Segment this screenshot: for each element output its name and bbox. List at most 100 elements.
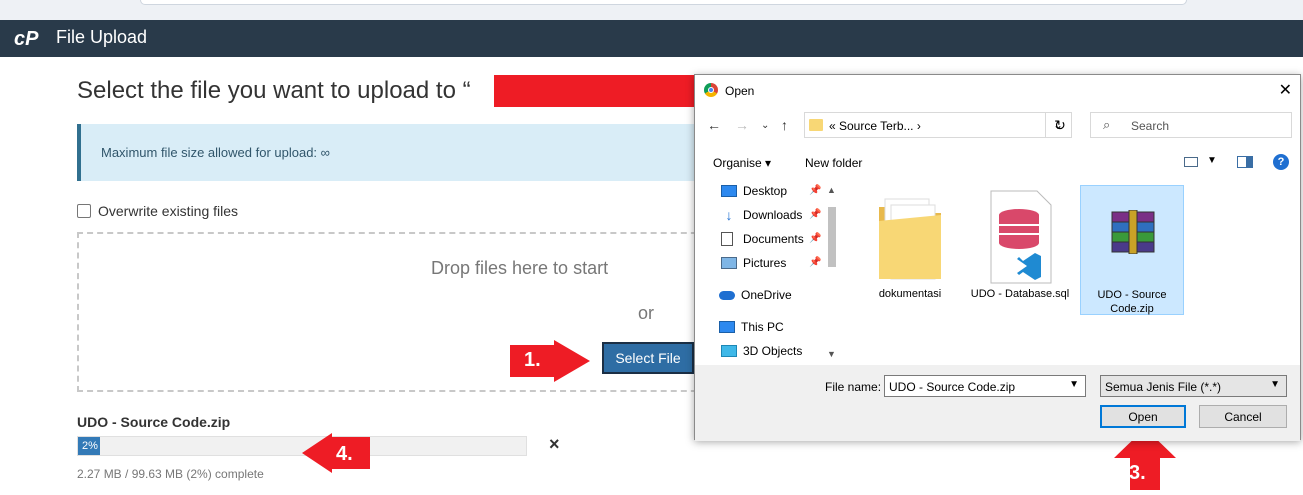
open-file-dialog: Open ✕ ← → ⌄ ↑ « Source Terb... › ⌄ ↻ ⌕ … xyxy=(694,74,1301,441)
max-size-text: Maximum file size allowed for upload: ∞ xyxy=(101,145,330,160)
nav-item-label: Documents xyxy=(743,232,804,246)
cancel-button[interactable]: Cancel xyxy=(1199,405,1287,428)
nav-item-pictures[interactable]: Pictures xyxy=(721,253,786,273)
overwrite-checkbox[interactable] xyxy=(77,204,91,218)
scroll-thumb[interactable] xyxy=(828,207,836,267)
nav-item-label: OneDrive xyxy=(741,288,792,302)
or-text: or xyxy=(638,303,655,323)
redaction-bar xyxy=(494,75,704,107)
upload-progress-text: 2.27 MB / 99.63 MB (2%) complete xyxy=(77,467,264,481)
view-options-icon[interactable] xyxy=(1184,157,1198,167)
cube-icon xyxy=(721,345,737,357)
app-header: cP File Upload xyxy=(0,20,1303,57)
nav-item-label: This PC xyxy=(741,320,784,334)
arrow-right-icon xyxy=(510,340,590,382)
drop-zone-text: Drop files here to start xyxy=(431,258,609,278)
view-dropdown-icon[interactable]: ▼ xyxy=(1207,155,1217,166)
chevron-down-icon[interactable]: ▼ xyxy=(1270,379,1280,390)
document-icon xyxy=(721,232,733,246)
folder-icon xyxy=(809,119,823,131)
page-header-title: File Upload xyxy=(56,27,148,47)
file-item[interactable]: dokumentasi xyxy=(860,185,960,315)
file-name-input[interactable]: UDO - Source Code.zip ▼ xyxy=(884,375,1086,397)
pin-icon: 📌 xyxy=(809,185,822,196)
select-file-button[interactable]: Select File xyxy=(602,342,694,374)
nav-item-3d-objects[interactable]: 3D Objects xyxy=(721,341,802,361)
max-size-info: Maximum file size allowed for upload: ∞ xyxy=(77,124,717,181)
nav-scrollbar[interactable]: ▲ ▼ xyxy=(825,185,839,361)
cpanel-logo-icon: cP xyxy=(14,28,39,50)
archive-icon xyxy=(1111,210,1155,254)
file-type-select[interactable]: Semua Jenis File (*.*) ▼ xyxy=(1100,375,1287,397)
nav-item-label: Pictures xyxy=(743,256,787,270)
upload-file-name: UDO - Source Code.zip xyxy=(77,414,231,430)
file-name-label: UDO - Database.sql xyxy=(970,288,1070,300)
callout-arrow-1: 1. xyxy=(510,340,590,382)
file-list: dokumentasi UDO - Database.sql UDO - Sou… xyxy=(845,179,1295,365)
dialog-titlebar: Open ✕ xyxy=(695,75,1300,105)
dialog-title: Open xyxy=(725,84,755,98)
scroll-up-icon[interactable]: ▲ xyxy=(827,185,836,195)
nav-item-downloads[interactable]: ↓ Downloads xyxy=(721,205,803,225)
picture-icon xyxy=(721,257,737,269)
sql-file-icon xyxy=(990,190,1052,284)
dialog-nav-row: ← → ⌄ ↑ « Source Terb... › ⌄ ↻ ⌕ Search xyxy=(695,111,1300,141)
overwrite-label: Overwrite existing files xyxy=(98,203,239,219)
chrome-icon xyxy=(704,83,718,97)
callout-label-3: 3. xyxy=(1129,462,1146,484)
address-path[interactable]: « Source Terb... › xyxy=(829,119,921,133)
nav-item-desktop[interactable]: Desktop xyxy=(721,181,787,201)
search-icon: ⌕ xyxy=(1103,117,1111,132)
recent-locations-icon[interactable]: ⌄ xyxy=(761,120,769,131)
folder-icon xyxy=(879,198,941,280)
dialog-bottom-bar: File name: UDO - Source Code.zip ▼ Semua… xyxy=(695,365,1300,441)
nav-item-documents[interactable]: Documents xyxy=(721,229,804,249)
browser-tab-bar xyxy=(140,0,1187,5)
nav-item-label: Desktop xyxy=(743,184,788,198)
dialog-toolbar: Organise ▾ New folder ▼ ? xyxy=(695,151,1300,175)
desktop-icon xyxy=(721,185,737,197)
pin-icon: 📌 xyxy=(809,233,822,244)
file-item-selected[interactable]: UDO - Source Code.zip xyxy=(1080,185,1184,315)
callout-label-1: 1. xyxy=(524,349,541,371)
forward-arrow-icon[interactable]: → xyxy=(735,117,749,133)
preview-pane-icon[interactable] xyxy=(1237,156,1253,168)
upload-progress-label: 2% xyxy=(82,440,98,452)
file-item[interactable]: UDO - Database.sql xyxy=(970,185,1070,315)
address-bar[interactable]: « Source Terb... › ⌄ xyxy=(804,112,1072,138)
organise-menu[interactable]: Organise ▾ xyxy=(713,156,771,170)
chevron-down-icon[interactable]: ▼ xyxy=(1069,379,1079,390)
pin-icon: 📌 xyxy=(809,257,822,268)
download-arrow-icon: ↓ xyxy=(725,207,733,223)
nav-item-label: 3D Objects xyxy=(743,344,803,358)
new-folder-button[interactable]: New folder xyxy=(805,156,862,170)
scroll-down-icon[interactable]: ▼ xyxy=(827,349,836,359)
file-name-label: UDO - Source Code.zip xyxy=(1097,289,1167,315)
svg-text:cP: cP xyxy=(14,28,39,50)
remove-upload-icon[interactable]: × xyxy=(549,434,560,455)
browser-top-strip xyxy=(0,0,1303,20)
open-button[interactable]: Open xyxy=(1100,405,1186,428)
refresh-icon[interactable]: ↻ xyxy=(1045,112,1074,138)
up-arrow-icon[interactable]: ↑ xyxy=(781,117,788,133)
navigation-pane: Desktop 📌 ↓ Downloads 📌 Documents 📌 Pict… xyxy=(695,179,841,365)
computer-icon xyxy=(719,321,735,333)
nav-item-label: Downloads xyxy=(743,208,803,222)
file-type-value[interactable]: Semua Jenis File (*.*) xyxy=(1105,380,1221,394)
back-arrow-icon[interactable]: ← xyxy=(707,117,721,133)
cloud-icon xyxy=(719,290,735,300)
search-input[interactable]: ⌕ Search xyxy=(1090,112,1292,138)
file-name-label: dokumentasi xyxy=(878,288,942,300)
nav-item-onedrive[interactable]: OneDrive xyxy=(719,285,792,305)
search-placeholder: Search xyxy=(1131,119,1170,133)
callout-label-4: 4. xyxy=(336,443,353,465)
pin-icon: 📌 xyxy=(809,209,822,220)
page-title: Select the file you want to upload to “ xyxy=(77,77,471,104)
overwrite-checkbox-row[interactable]: Overwrite existing files xyxy=(77,203,238,219)
nav-item-this-pc[interactable]: This PC xyxy=(719,317,784,337)
close-icon[interactable]: ✕ xyxy=(1279,80,1292,100)
callout-arrow-4: 4. xyxy=(302,433,370,473)
file-name-value[interactable]: UDO - Source Code.zip xyxy=(889,380,1015,394)
file-name-field-label: File name: xyxy=(825,380,882,394)
help-icon[interactable]: ? xyxy=(1273,154,1289,170)
